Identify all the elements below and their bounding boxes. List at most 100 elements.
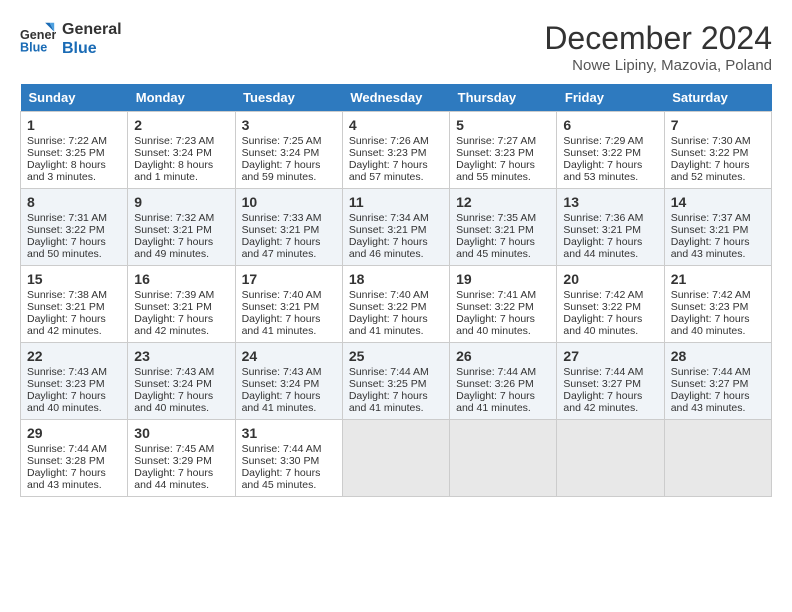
week-row-5: 29Sunrise: 7:44 AMSunset: 3:28 PMDayligh… bbox=[21, 420, 772, 497]
week-row-4: 22Sunrise: 7:43 AMSunset: 3:23 PMDayligh… bbox=[21, 343, 772, 420]
calendar-cell: 26Sunrise: 7:44 AMSunset: 3:26 PMDayligh… bbox=[450, 343, 557, 420]
calendar-cell: 2 Sunrise: 7:23 AMSunset: 3:24 PMDaylight… bbox=[128, 112, 235, 189]
daylight: Daylight: 8 hours and 3 minutes. bbox=[27, 159, 106, 183]
sunset: Sunset: 3:23 PM bbox=[349, 147, 427, 159]
day-number: 28 bbox=[671, 348, 765, 364]
daylight: Daylight: 7 hours and 55 minutes. bbox=[456, 159, 535, 183]
daylight: Daylight: 7 hours and 41 minutes. bbox=[456, 390, 535, 414]
day-number: 11 bbox=[349, 194, 443, 210]
calendar-cell: 21Sunrise: 7:42 AMSunset: 3:23 PMDayligh… bbox=[664, 266, 771, 343]
daylight: Daylight: 7 hours and 40 minutes. bbox=[671, 313, 750, 337]
sunrise: Sunrise: 7:35 AM bbox=[456, 212, 536, 224]
title-block: December 2024 Nowe Lipiny, Mazovia, Pola… bbox=[544, 20, 772, 74]
sunrise: Sunrise: 7:34 AM bbox=[349, 212, 429, 224]
sunrise: Sunrise: 7:41 AM bbox=[456, 289, 536, 301]
day-number: 2 bbox=[134, 117, 228, 133]
sunset: Sunset: 3:21 PM bbox=[349, 224, 427, 236]
page-header: General Blue General Blue December 2024 … bbox=[20, 20, 772, 74]
col-saturday: Saturday bbox=[664, 84, 771, 112]
sunrise: Sunrise: 7:40 AM bbox=[242, 289, 322, 301]
calendar-cell: 4Sunrise: 7:26 AMSunset: 3:23 PMDaylight… bbox=[342, 112, 449, 189]
col-tuesday: Tuesday bbox=[235, 84, 342, 112]
sunset: Sunset: 3:22 PM bbox=[563, 147, 641, 159]
daylight: Daylight: 7 hours and 47 minutes. bbox=[242, 236, 321, 260]
calendar-cell: 8Sunrise: 7:31 AMSunset: 3:22 PMDaylight… bbox=[21, 189, 128, 266]
sunrise: Sunrise: 7:37 AM bbox=[671, 212, 751, 224]
day-number: 13 bbox=[563, 194, 657, 210]
day-number: 16 bbox=[134, 271, 228, 287]
daylight: Daylight: 7 hours and 41 minutes. bbox=[242, 313, 321, 337]
calendar-cell: 16Sunrise: 7:39 AMSunset: 3:21 PMDayligh… bbox=[128, 266, 235, 343]
sunrise: Sunrise: 7:42 AM bbox=[563, 289, 643, 301]
daylight: Daylight: 7 hours and 41 minutes. bbox=[242, 390, 321, 414]
daylight: Daylight: 7 hours and 59 minutes. bbox=[242, 159, 321, 183]
day-number: 15 bbox=[27, 271, 121, 287]
sunrise: Sunrise: 7:33 AM bbox=[242, 212, 322, 224]
col-thursday: Thursday bbox=[450, 84, 557, 112]
day-number: 5 bbox=[456, 117, 550, 133]
daylight: Daylight: 7 hours and 40 minutes. bbox=[563, 313, 642, 337]
daylight: Daylight: 7 hours and 50 minutes. bbox=[27, 236, 106, 260]
daylight: Daylight: 8 hours and 1 minute. bbox=[134, 159, 213, 183]
day-number: 9 bbox=[134, 194, 228, 210]
sunset: Sunset: 3:21 PM bbox=[134, 224, 212, 236]
daylight: Daylight: 7 hours and 40 minutes. bbox=[456, 313, 535, 337]
sunrise: Sunrise: 7:44 AM bbox=[563, 366, 643, 378]
sunrise: Sunrise: 7:38 AM bbox=[27, 289, 107, 301]
week-row-1: 1Sunrise: 7:22 AMSunset: 3:25 PMDaylight… bbox=[21, 112, 772, 189]
calendar-cell: 9Sunrise: 7:32 AMSunset: 3:21 PMDaylight… bbox=[128, 189, 235, 266]
calendar-cell: 23Sunrise: 7:43 AMSunset: 3:24 PMDayligh… bbox=[128, 343, 235, 420]
day-number: 14 bbox=[671, 194, 765, 210]
calendar-cell: 22Sunrise: 7:43 AMSunset: 3:23 PMDayligh… bbox=[21, 343, 128, 420]
sunset: Sunset: 3:22 PM bbox=[456, 301, 534, 313]
sunset: Sunset: 3:21 PM bbox=[134, 301, 212, 313]
sunrise: Sunrise: 7:43 AM bbox=[242, 366, 322, 378]
daylight: Daylight: 7 hours and 42 minutes. bbox=[134, 313, 213, 337]
sunset: Sunset: 3:21 PM bbox=[242, 224, 320, 236]
sunset: Sunset: 3:24 PM bbox=[134, 378, 212, 390]
daylight: Daylight: 7 hours and 43 minutes. bbox=[671, 390, 750, 414]
calendar-cell bbox=[450, 420, 557, 497]
day-number: 10 bbox=[242, 194, 336, 210]
sunrise: Sunrise: 7:45 AM bbox=[134, 443, 214, 455]
daylight: Daylight: 7 hours and 41 minutes. bbox=[349, 390, 428, 414]
logo-line1: General bbox=[62, 20, 122, 39]
sunrise: Sunrise: 7:23 AM bbox=[134, 135, 214, 147]
sunrise: Sunrise: 7:40 AM bbox=[349, 289, 429, 301]
day-number: 19 bbox=[456, 271, 550, 287]
day-number: 29 bbox=[27, 425, 121, 441]
calendar-cell: 24Sunrise: 7:43 AMSunset: 3:24 PMDayligh… bbox=[235, 343, 342, 420]
calendar-cell bbox=[557, 420, 664, 497]
calendar-cell: 3Sunrise: 7:25 AMSunset: 3:24 PMDaylight… bbox=[235, 112, 342, 189]
col-sunday: Sunday bbox=[21, 84, 128, 112]
sunrise: Sunrise: 7:44 AM bbox=[456, 366, 536, 378]
sunset: Sunset: 3:22 PM bbox=[27, 224, 105, 236]
calendar-cell: 7Sunrise: 7:30 AMSunset: 3:22 PMDaylight… bbox=[664, 112, 771, 189]
sunset: Sunset: 3:24 PM bbox=[134, 147, 212, 159]
week-row-3: 15Sunrise: 7:38 AMSunset: 3:21 PMDayligh… bbox=[21, 266, 772, 343]
sunset: Sunset: 3:21 PM bbox=[456, 224, 534, 236]
col-monday: Monday bbox=[128, 84, 235, 112]
day-number: 3 bbox=[242, 117, 336, 133]
sunrise: Sunrise: 7:44 AM bbox=[349, 366, 429, 378]
daylight: Daylight: 7 hours and 53 minutes. bbox=[563, 159, 642, 183]
logo-icon: General Blue bbox=[20, 21, 56, 57]
daylight: Daylight: 7 hours and 46 minutes. bbox=[349, 236, 428, 260]
daylight: Daylight: 7 hours and 41 minutes. bbox=[349, 313, 428, 337]
calendar-cell: 19 Sunrise: 7:41 AMSunset: 3:22 PMDayligh… bbox=[450, 266, 557, 343]
day-number: 24 bbox=[242, 348, 336, 364]
calendar-cell: 1Sunrise: 7:22 AMSunset: 3:25 PMDaylight… bbox=[21, 112, 128, 189]
sunrise: Sunrise: 7:44 AM bbox=[242, 443, 322, 455]
daylight: Daylight: 7 hours and 49 minutes. bbox=[134, 236, 213, 260]
calendar-cell: 25Sunrise: 7:44 AMSunset: 3:25 PMDayligh… bbox=[342, 343, 449, 420]
day-number: 22 bbox=[27, 348, 121, 364]
sunset: Sunset: 3:22 PM bbox=[563, 301, 641, 313]
day-number: 26 bbox=[456, 348, 550, 364]
sunrise: Sunrise: 7:43 AM bbox=[27, 366, 107, 378]
day-number: 17 bbox=[242, 271, 336, 287]
sunrise: Sunrise: 7:30 AM bbox=[671, 135, 751, 147]
calendar-cell: 17Sunrise: 7:40 AMSunset: 3:21 PMDayligh… bbox=[235, 266, 342, 343]
sunset: Sunset: 3:30 PM bbox=[242, 455, 320, 467]
month-title: December 2024 bbox=[544, 20, 772, 57]
day-number: 20 bbox=[563, 271, 657, 287]
